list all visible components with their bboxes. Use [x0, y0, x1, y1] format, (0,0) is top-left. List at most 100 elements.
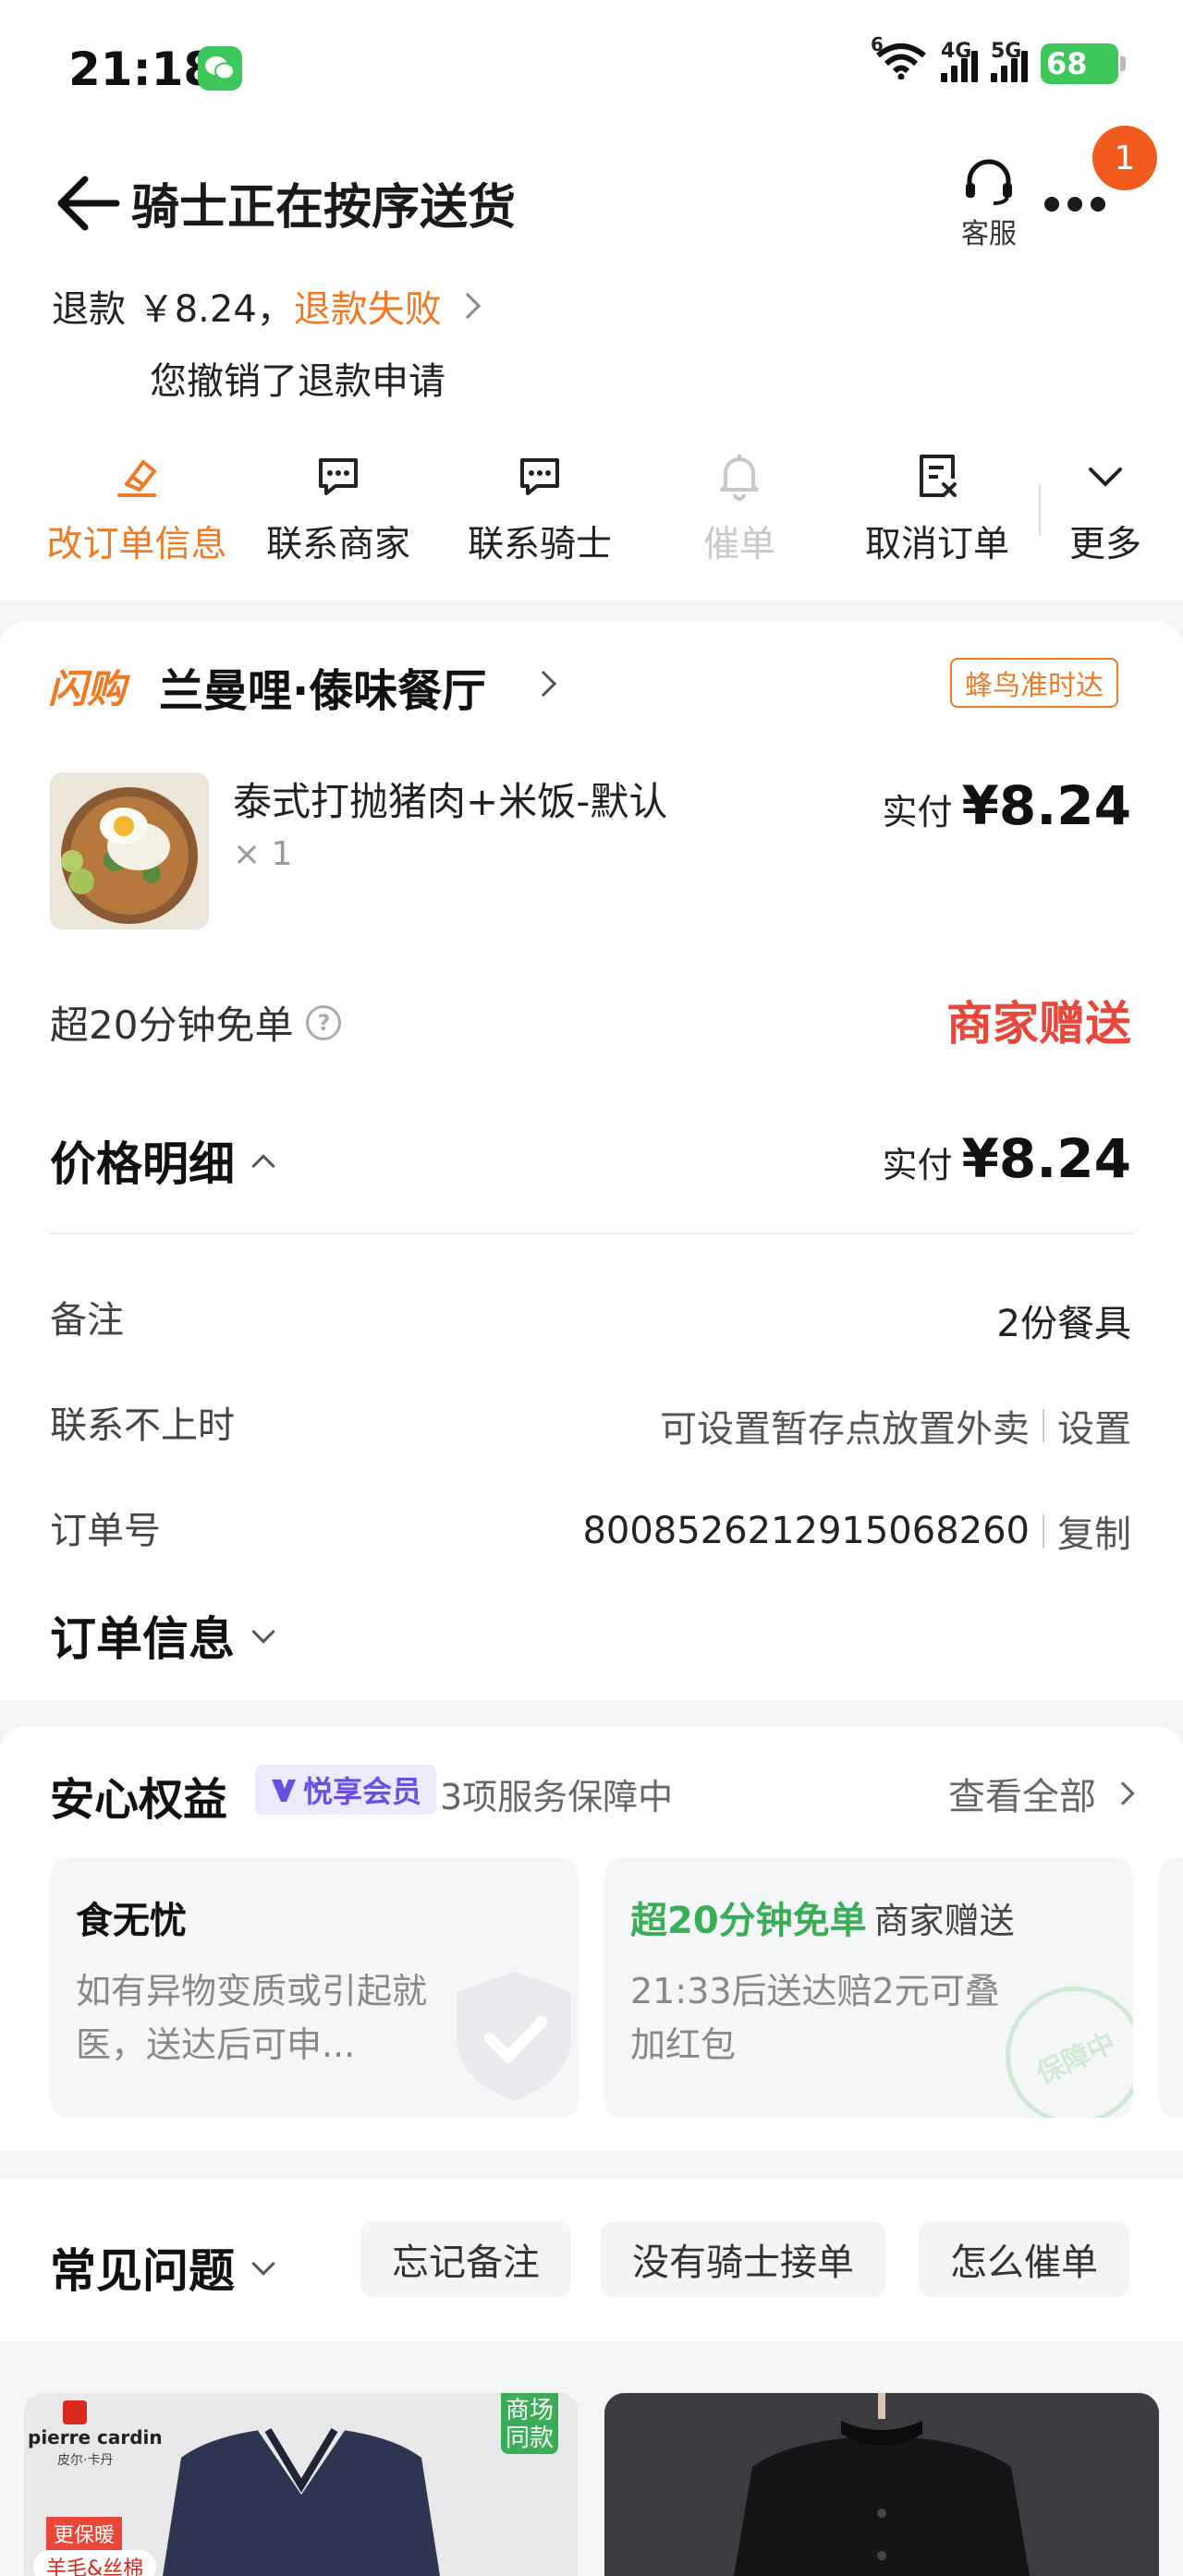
copy-order-number-button[interactable]: 复制 — [1057, 1504, 1131, 1558]
chevron-down-icon — [251, 2252, 275, 2276]
item-price: 实付 ¥8.24 — [883, 774, 1131, 837]
benefit-card-food-safety[interactable]: 食无忧 如有异物变质或引起就医，送达后可申... — [50, 1857, 579, 2118]
divider — [1039, 484, 1041, 536]
signal-4g-icon: 4G — [941, 40, 978, 82]
chevron-right-icon — [454, 292, 481, 320]
faq-chip[interactable]: 忘记备注 — [360, 2221, 571, 2297]
dot-icon — [1067, 197, 1082, 212]
battery-level: 68 — [1046, 46, 1088, 81]
signal-5g-label: 5G — [991, 40, 1022, 63]
order-info-toggle[interactable]: 订单信息 — [50, 1602, 275, 1669]
view-all-label: 查看全部 — [948, 1776, 1096, 1818]
product-brand: pierre cardin — [28, 2426, 163, 2448]
wifi-standard-label: 6 — [871, 33, 884, 55]
benefit-title-row: 超20分钟免单 商家赠送 — [630, 1890, 1107, 1944]
shop-name-link[interactable]: 兰曼哩·傣味餐厅 — [159, 654, 486, 719]
benefit-description: 如有异物变质或引起就医，送达后可申... — [76, 1971, 428, 2065]
total-price: 实付 ¥8.24 — [883, 1127, 1131, 1190]
price-detail-toggle[interactable]: 价格明细 — [50, 1127, 275, 1194]
chat-icon — [315, 451, 361, 501]
chevron-down-icon — [251, 1620, 275, 1644]
wifi-icon: 6 — [871, 33, 928, 85]
faq-chip[interactable]: 怎么催单 — [919, 2221, 1129, 2297]
dot-icon — [1091, 197, 1105, 212]
signal-5g-icon: 5G — [991, 40, 1028, 82]
remark-label: 备注 — [50, 1299, 124, 1342]
paid-label: 实付 — [882, 1145, 953, 1185]
paid-amount: ¥8.24 — [961, 774, 1131, 837]
view-all-benefits-link[interactable]: 查看全部 — [948, 1767, 1135, 1820]
order-number-label: 订单号 — [50, 1510, 161, 1552]
refund-status-link[interactable]: 退款 ￥8.24， 退款失败 — [52, 279, 481, 333]
action-label: 取消订单 — [864, 524, 1009, 565]
status-time: 21:18 — [68, 43, 216, 96]
food-item-name: 泰式打抛猪肉+米饭-默认 — [233, 779, 668, 824]
product-brand-cn: 皮尔·卡丹 — [57, 2453, 114, 2468]
signal-4g-label: 4G — [941, 40, 972, 63]
cancel-order-button[interactable]: 取消订单 — [835, 451, 1039, 567]
chevron-right-icon — [1111, 1781, 1135, 1805]
unreachable-row: 可设置暂存点放置外卖 设置 — [660, 1399, 1131, 1452]
battery-icon: 68 — [1041, 43, 1126, 84]
customer-service-label: 客服 — [961, 218, 1017, 250]
bell-icon — [716, 451, 762, 501]
contact-rider-button[interactable]: 联系骑士 — [438, 451, 641, 567]
member-logo-icon — [272, 1780, 296, 1802]
edit-order-info-button[interactable]: 改订单信息 — [35, 451, 238, 567]
remark-value: 2份餐具 — [996, 1303, 1131, 1345]
unreachable-label: 联系不上时 — [50, 1404, 235, 1447]
faq-chip[interactable]: 没有骑士接单 — [601, 2221, 885, 2297]
faq-title: 常见问题 — [50, 2244, 235, 2298]
more-actions-button[interactable]: 更多 — [1050, 451, 1161, 567]
benefits-title: 安心权益 — [50, 1774, 228, 1826]
faq-toggle[interactable]: 常见问题 — [50, 2234, 275, 2301]
back-button[interactable] — [52, 168, 122, 238]
headset-icon — [960, 159, 1018, 209]
refund-amount: 退款 ￥8.24， — [52, 288, 294, 331]
cancel-document-icon — [914, 451, 960, 501]
help-icon[interactable]: ? — [306, 1004, 342, 1040]
chevron-down-icon — [1082, 451, 1128, 501]
free-offer-label: 超20分钟免单 — [50, 1002, 294, 1048]
refund-status: 退款失败 — [293, 288, 442, 331]
refund-note: 您撤销了退款申请 — [150, 360, 445, 403]
order-info-title: 订单信息 — [50, 1612, 235, 1666]
on-time-badge: 蜂鸟准时达 — [950, 658, 1118, 708]
product-card[interactable]: pierre cardin 皮尔·卡丹 商场同款 更保暖 羊毛&丝棉 — [24, 2393, 579, 2576]
benefit-card-partial[interactable] — [1159, 1857, 1183, 2118]
order-number-row: 8008526212915068260 复制 — [582, 1504, 1131, 1558]
benefit-title: 食无忧 — [76, 1900, 187, 1942]
set-storage-button[interactable]: 设置 — [1057, 1399, 1131, 1452]
action-label: 改订单信息 — [46, 524, 227, 565]
action-label: 催单 — [702, 524, 775, 565]
chevron-up-icon — [251, 1154, 275, 1178]
eraser-icon — [114, 451, 160, 501]
price-detail-title: 价格明细 — [50, 1137, 235, 1191]
system-icons: 6 4G 5G 68 — [871, 33, 1126, 85]
notification-badge: 1 — [1092, 126, 1157, 190]
divider — [1043, 1409, 1044, 1442]
product-tag: 商场同款 — [501, 2393, 558, 2454]
benefits-count: 3项服务保障中 — [440, 1777, 674, 1817]
product-card[interactable] — [604, 2393, 1159, 2576]
chat-icon — [517, 451, 563, 501]
dot-icon — [1044, 197, 1059, 212]
product-material: 羊毛&丝棉 — [33, 2550, 157, 2576]
free-offer-value: 商家赠送 — [946, 997, 1131, 1051]
divider — [50, 1233, 1133, 1234]
customer-service-button[interactable]: 客服 — [952, 159, 1026, 251]
urge-order-button[interactable]: 催单 — [638, 451, 841, 567]
benefit-subtitle: 商家赠送 — [873, 1901, 1015, 1941]
more-options-button[interactable] — [1039, 181, 1122, 227]
member-badge: 悦享会员 — [255, 1765, 437, 1815]
action-label: 联系商家 — [265, 524, 410, 565]
product-promo: 更保暖 — [46, 2517, 123, 2550]
page-title: 骑士正在按序送货 — [131, 180, 517, 236]
contact-merchant-button[interactable]: 联系商家 — [237, 451, 440, 567]
action-label: 更多 — [1068, 524, 1141, 565]
order-number-value: 8008526212915068260 — [582, 1510, 1030, 1552]
divider — [1043, 1514, 1044, 1548]
food-thumbnail[interactable] — [50, 772, 209, 930]
free-order-offer: 超20分钟免单 ? — [50, 994, 342, 1051]
benefit-card-late-free[interactable]: 超20分钟免单 商家赠送 21:33后送达赔2元可叠加红包 保障中 — [604, 1857, 1133, 2118]
